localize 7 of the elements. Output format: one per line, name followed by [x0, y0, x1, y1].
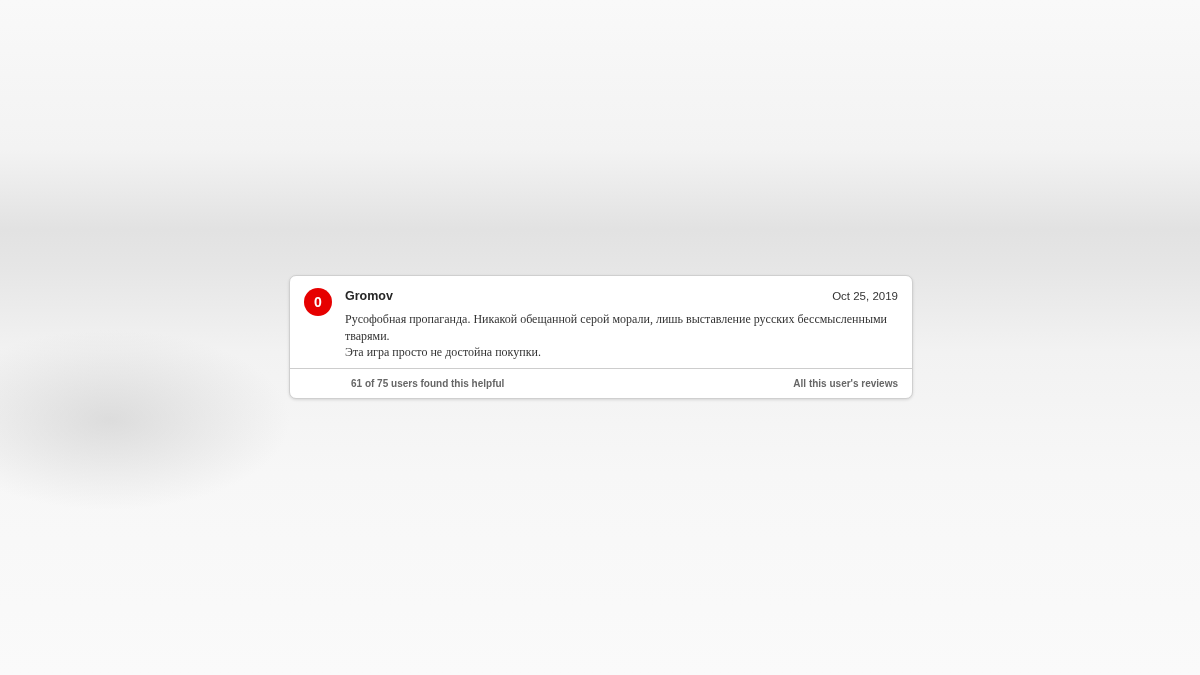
review-text: Эта игра просто не достойна покупки. — [345, 344, 542, 361]
helpful-count: 61 of 75 users found this helpful — [351, 377, 505, 389]
score-badge: 0 — [304, 288, 332, 316]
review-date: Oct 25, 2019 — [832, 290, 898, 302]
all-reviews-link[interactable]: All this user's reviews — [793, 377, 898, 389]
review-text: Русофобная пропаганда. Никакой обещанной серой морали, лишь выставление русских бессмысленными тварями. — [345, 311, 888, 344]
author-name[interactable]: Gromov — [345, 289, 393, 303]
